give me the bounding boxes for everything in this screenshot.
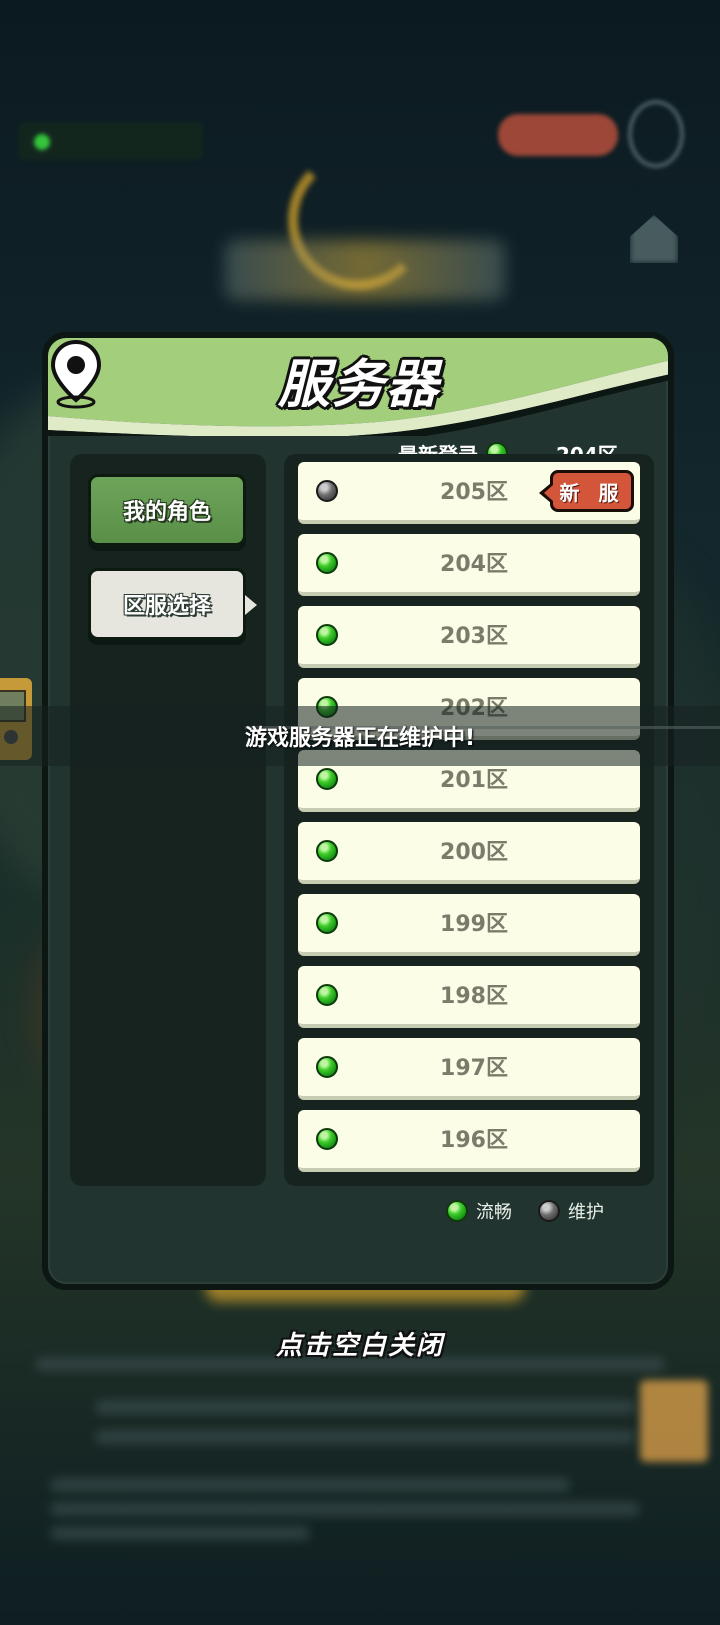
server-item-198[interactable]: 198区 xyxy=(298,966,640,1028)
new-server-badge: 新 服 xyxy=(539,470,634,512)
background-game-logo xyxy=(225,240,505,300)
location-pin-icon xyxy=(50,339,102,409)
background-button xyxy=(498,114,618,156)
tab-sidebar: 我的角色 区服选择 xyxy=(70,454,266,1186)
server-name: 199区 xyxy=(440,912,508,937)
legend-maintenance-label: 维护 xyxy=(568,1202,604,1223)
toast-message: 游戏服务器正在维护中! xyxy=(244,726,476,751)
server-item-199[interactable]: 199区 xyxy=(298,894,640,956)
server-item-205[interactable]: 205区 新 服 xyxy=(298,462,640,524)
server-item-203[interactable]: 203区 xyxy=(298,606,640,668)
status-legend: 流畅 维护 xyxy=(446,1196,630,1226)
server-name: 196区 xyxy=(440,1128,508,1153)
server-name: 204区 xyxy=(440,552,508,577)
server-name: 198区 xyxy=(440,984,508,1009)
server-name: 200区 xyxy=(440,840,508,865)
background-age-badge xyxy=(640,1380,708,1462)
server-name: 197区 xyxy=(440,1056,508,1081)
background-server-badge xyxy=(18,122,203,160)
server-list: 205区 新 服 204区 203区 202区 201区 200区 199区 xyxy=(284,454,654,1186)
server-dialog: 服务器 最新登录 204区 我的角色 区服选择 205区 新 服 204区 20… xyxy=(42,332,674,1290)
tap-to-close-hint[interactable]: 点击空白关闭 xyxy=(0,1325,720,1362)
background-home-icon xyxy=(630,215,678,263)
status-smooth-icon xyxy=(446,1200,468,1222)
dialog-header: 服务器 xyxy=(48,338,668,436)
dialog-title: 服务器 xyxy=(278,355,441,415)
maintenance-toast: 游戏服务器正在维护中! xyxy=(0,706,720,766)
tab-server-select[interactable]: 区服选择 xyxy=(88,568,257,640)
status-maintenance-icon xyxy=(538,1200,560,1222)
server-item-204[interactable]: 204区 xyxy=(298,534,640,596)
tab-my-character[interactable]: 我的角色 xyxy=(88,474,246,546)
server-name: 203区 xyxy=(440,624,508,649)
server-item-200[interactable]: 200区 xyxy=(298,822,640,884)
background-location-icon xyxy=(628,100,684,168)
server-item-196[interactable]: 196区 xyxy=(298,1110,640,1172)
server-item-197[interactable]: 197区 xyxy=(298,1038,640,1100)
legend-smooth-label: 流畅 xyxy=(476,1202,512,1223)
